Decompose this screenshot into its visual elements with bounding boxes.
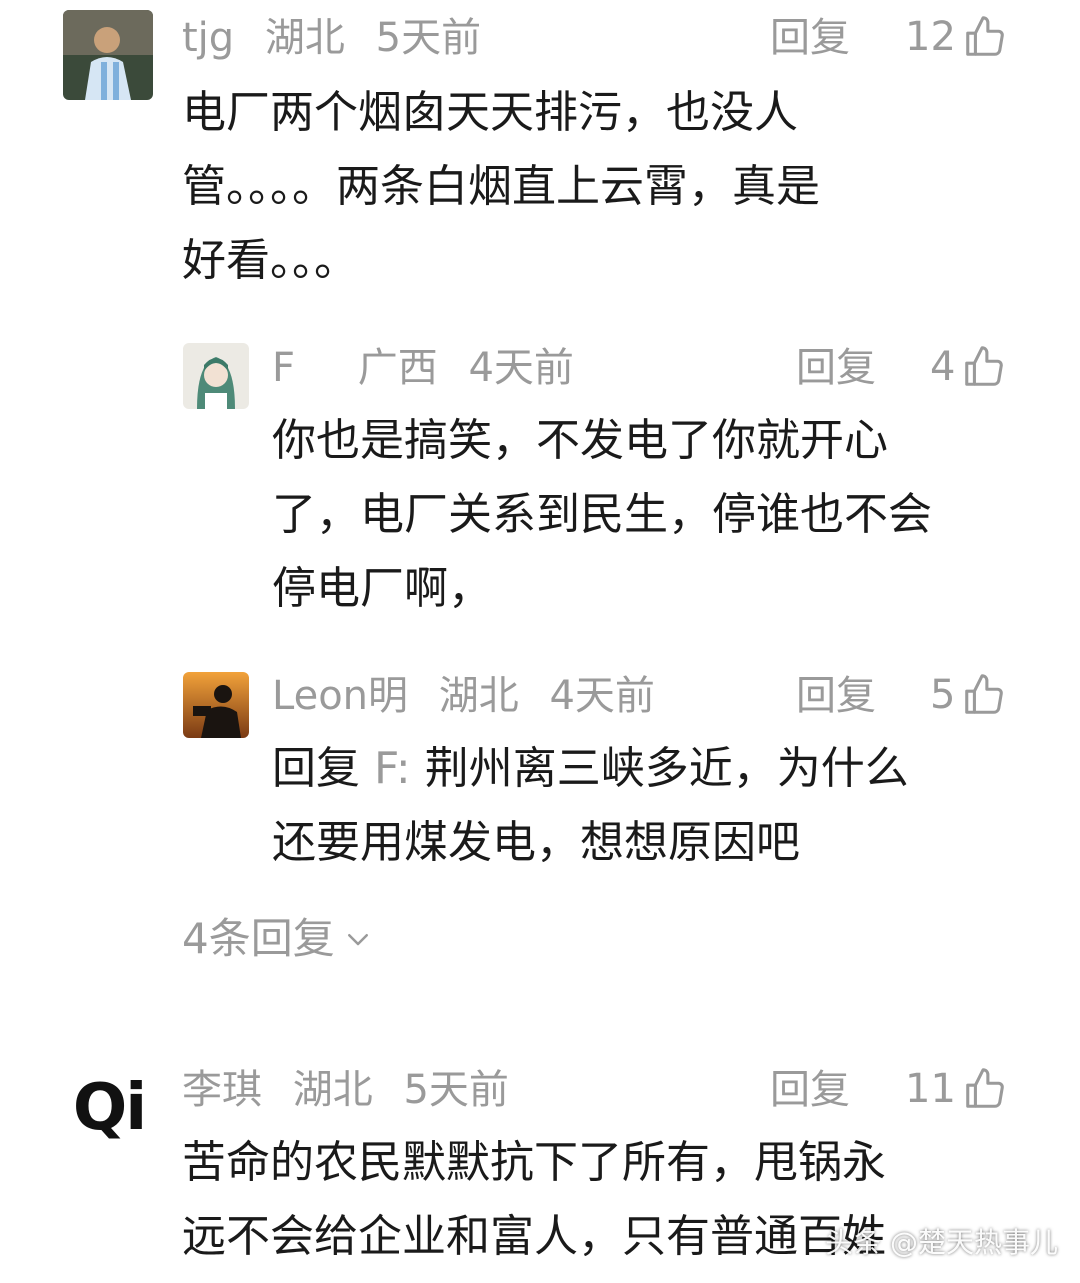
username[interactable]: tjg xyxy=(182,15,234,61)
reply-prefix: 回复 xyxy=(272,743,374,794)
avatar[interactable] xyxy=(183,343,249,409)
like-button[interactable]: 11 xyxy=(905,1066,1008,1112)
reply-button[interactable]: 回复 xyxy=(770,1070,850,1110)
comment-meta: F 广西 4天前 xyxy=(272,348,592,388)
location: 湖北 xyxy=(292,1067,373,1113)
timestamp: 5天前 xyxy=(375,15,482,61)
watermark-text: 头条 @楚天热事儿 xyxy=(825,1226,1058,1259)
like-button[interactable]: 4 xyxy=(930,344,1007,390)
username[interactable]: Leon明 xyxy=(272,673,408,719)
mention-link[interactable]: F: xyxy=(374,743,411,794)
comment-meta: Leon明 湖北 4天前 xyxy=(272,676,673,716)
username[interactable]: 李琪 xyxy=(182,1067,262,1113)
avatar-logo-text: Qi xyxy=(72,1071,147,1145)
thumbs-up-icon xyxy=(965,674,1004,714)
thumbs-up-icon xyxy=(965,346,1004,386)
avatar[interactable] xyxy=(183,672,249,738)
location: 湖北 xyxy=(264,15,345,61)
like-button[interactable]: 12 xyxy=(905,14,1008,60)
comment-meta: 李琪 湖北 5天前 xyxy=(182,1070,527,1110)
avatar[interactable]: Qi xyxy=(63,1062,155,1154)
like-count: 4 xyxy=(930,344,956,390)
chevron-down-icon xyxy=(347,934,368,946)
more-replies-label: 4条回复 xyxy=(182,914,335,963)
comment-meta: tjg 湖北 5天前 xyxy=(182,18,499,58)
timestamp: 4天前 xyxy=(549,673,655,719)
username[interactable]: F xyxy=(272,345,295,391)
timestamp: 5天前 xyxy=(403,1067,509,1113)
thumbs-up-icon xyxy=(966,16,1004,56)
timestamp: 4天前 xyxy=(468,345,574,391)
comment-text: 你也是搞笑，不发电了你就开心 了，电厂关系到民生，停谁也不会 停电厂啊， xyxy=(272,415,932,614)
expand-replies-button[interactable]: 4条回复 xyxy=(182,918,373,960)
comment-text: 回复 F: 荆州离三峡多近，为什么 还要用煤发电，想想原因吧 xyxy=(272,732,1052,880)
reply-button[interactable]: 回复 xyxy=(796,676,876,716)
like-count: 11 xyxy=(905,1066,956,1112)
watermark: 头条 @楚天热事儿 xyxy=(825,1221,1058,1261)
reply-button[interactable]: 回复 xyxy=(796,348,876,388)
comment-text: 电厂两个烟囱天天排污，也没人 管。。。。两条白烟直上云霄，真是 好看。。。 xyxy=(182,87,820,286)
like-count: 12 xyxy=(905,14,956,60)
thumbs-up-icon xyxy=(966,1068,1004,1108)
location: 广西 xyxy=(357,345,438,391)
like-count: 5 xyxy=(930,672,956,718)
avatar[interactable] xyxy=(63,10,153,100)
reply-button[interactable]: 回复 xyxy=(770,18,850,58)
like-button[interactable]: 5 xyxy=(930,672,1007,718)
location: 湖北 xyxy=(438,673,519,719)
